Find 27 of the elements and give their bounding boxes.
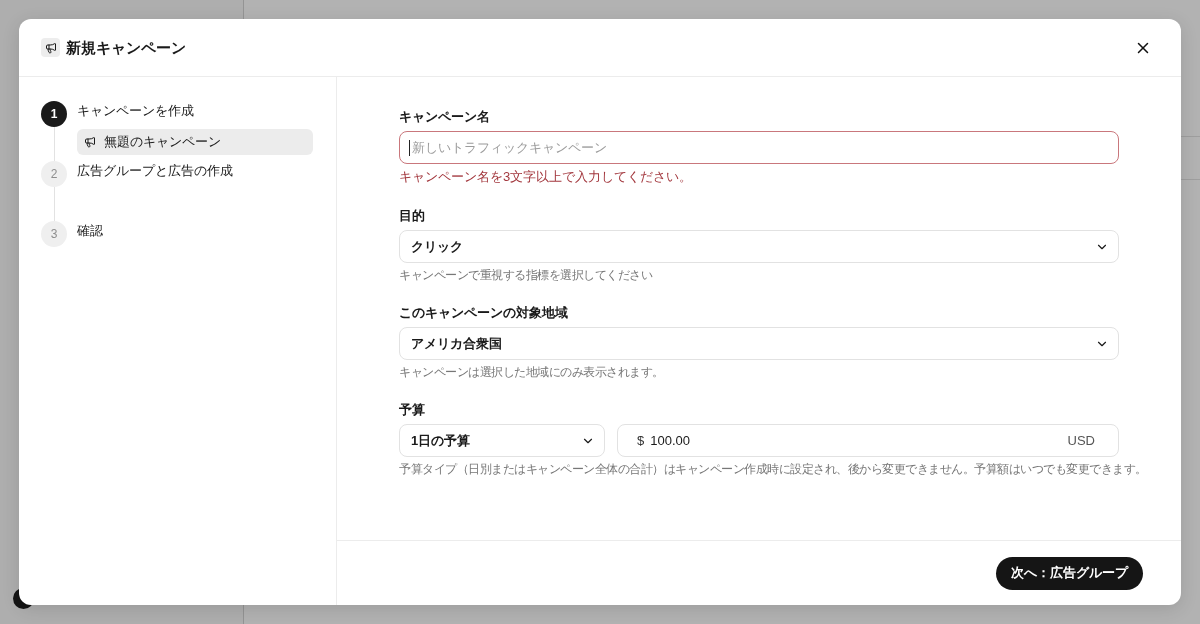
field-label: キャンペーン名 (399, 108, 491, 126)
step-label: 広告グループと広告の作成 (77, 162, 234, 180)
next-button[interactable]: 次へ：広告グループ (996, 556, 1143, 590)
step-label: 確認 (77, 222, 104, 240)
field-label: 予算 (399, 401, 426, 419)
step-label: キャンペーンを作成 (77, 102, 195, 120)
dropdown-select[interactable]: アメリカ合衆国 (399, 327, 1119, 360)
field-label: このキャンペーンの対象地域 (399, 304, 569, 322)
text-input[interactable]: 新しいトラフィックキャンペーン (399, 131, 1119, 164)
currency-code: USD (1067, 433, 1095, 448)
dropdown-select[interactable]: クリック (399, 230, 1119, 263)
dialog-title: 新規キャンペーン (66, 37, 186, 58)
step-indicator: 3 (41, 221, 67, 247)
currency-symbol: $ (637, 433, 645, 448)
megaphone-icon (84, 136, 96, 148)
campaign-item[interactable]: 無題のキャンペーン (77, 129, 313, 155)
helper-text: キャンペーンで重視する指標を選択してください (399, 267, 652, 283)
step-indicator: 2 (41, 161, 67, 187)
error-message: キャンペーン名を3文字以上で入力してください。 (399, 168, 694, 186)
helper-text: キャンペーンは選択した地域にのみ表示されます。 (399, 364, 664, 380)
megaphone-icon (41, 38, 60, 57)
step-indicator: 1 (41, 101, 67, 127)
field-label: 目的 (399, 207, 426, 225)
amount-input[interactable]: $ 100.00 USD (617, 424, 1119, 457)
helper-text: 予算タイプ（日別またはキャンペーン全体の合計）はキャンペーン作成時に設定され、後から変更できません。予算額はいつでも変更できます。 (399, 461, 1147, 477)
amount-value: 100.00 (650, 433, 691, 448)
dropdown-select[interactable]: 1日の予算 (399, 424, 605, 457)
